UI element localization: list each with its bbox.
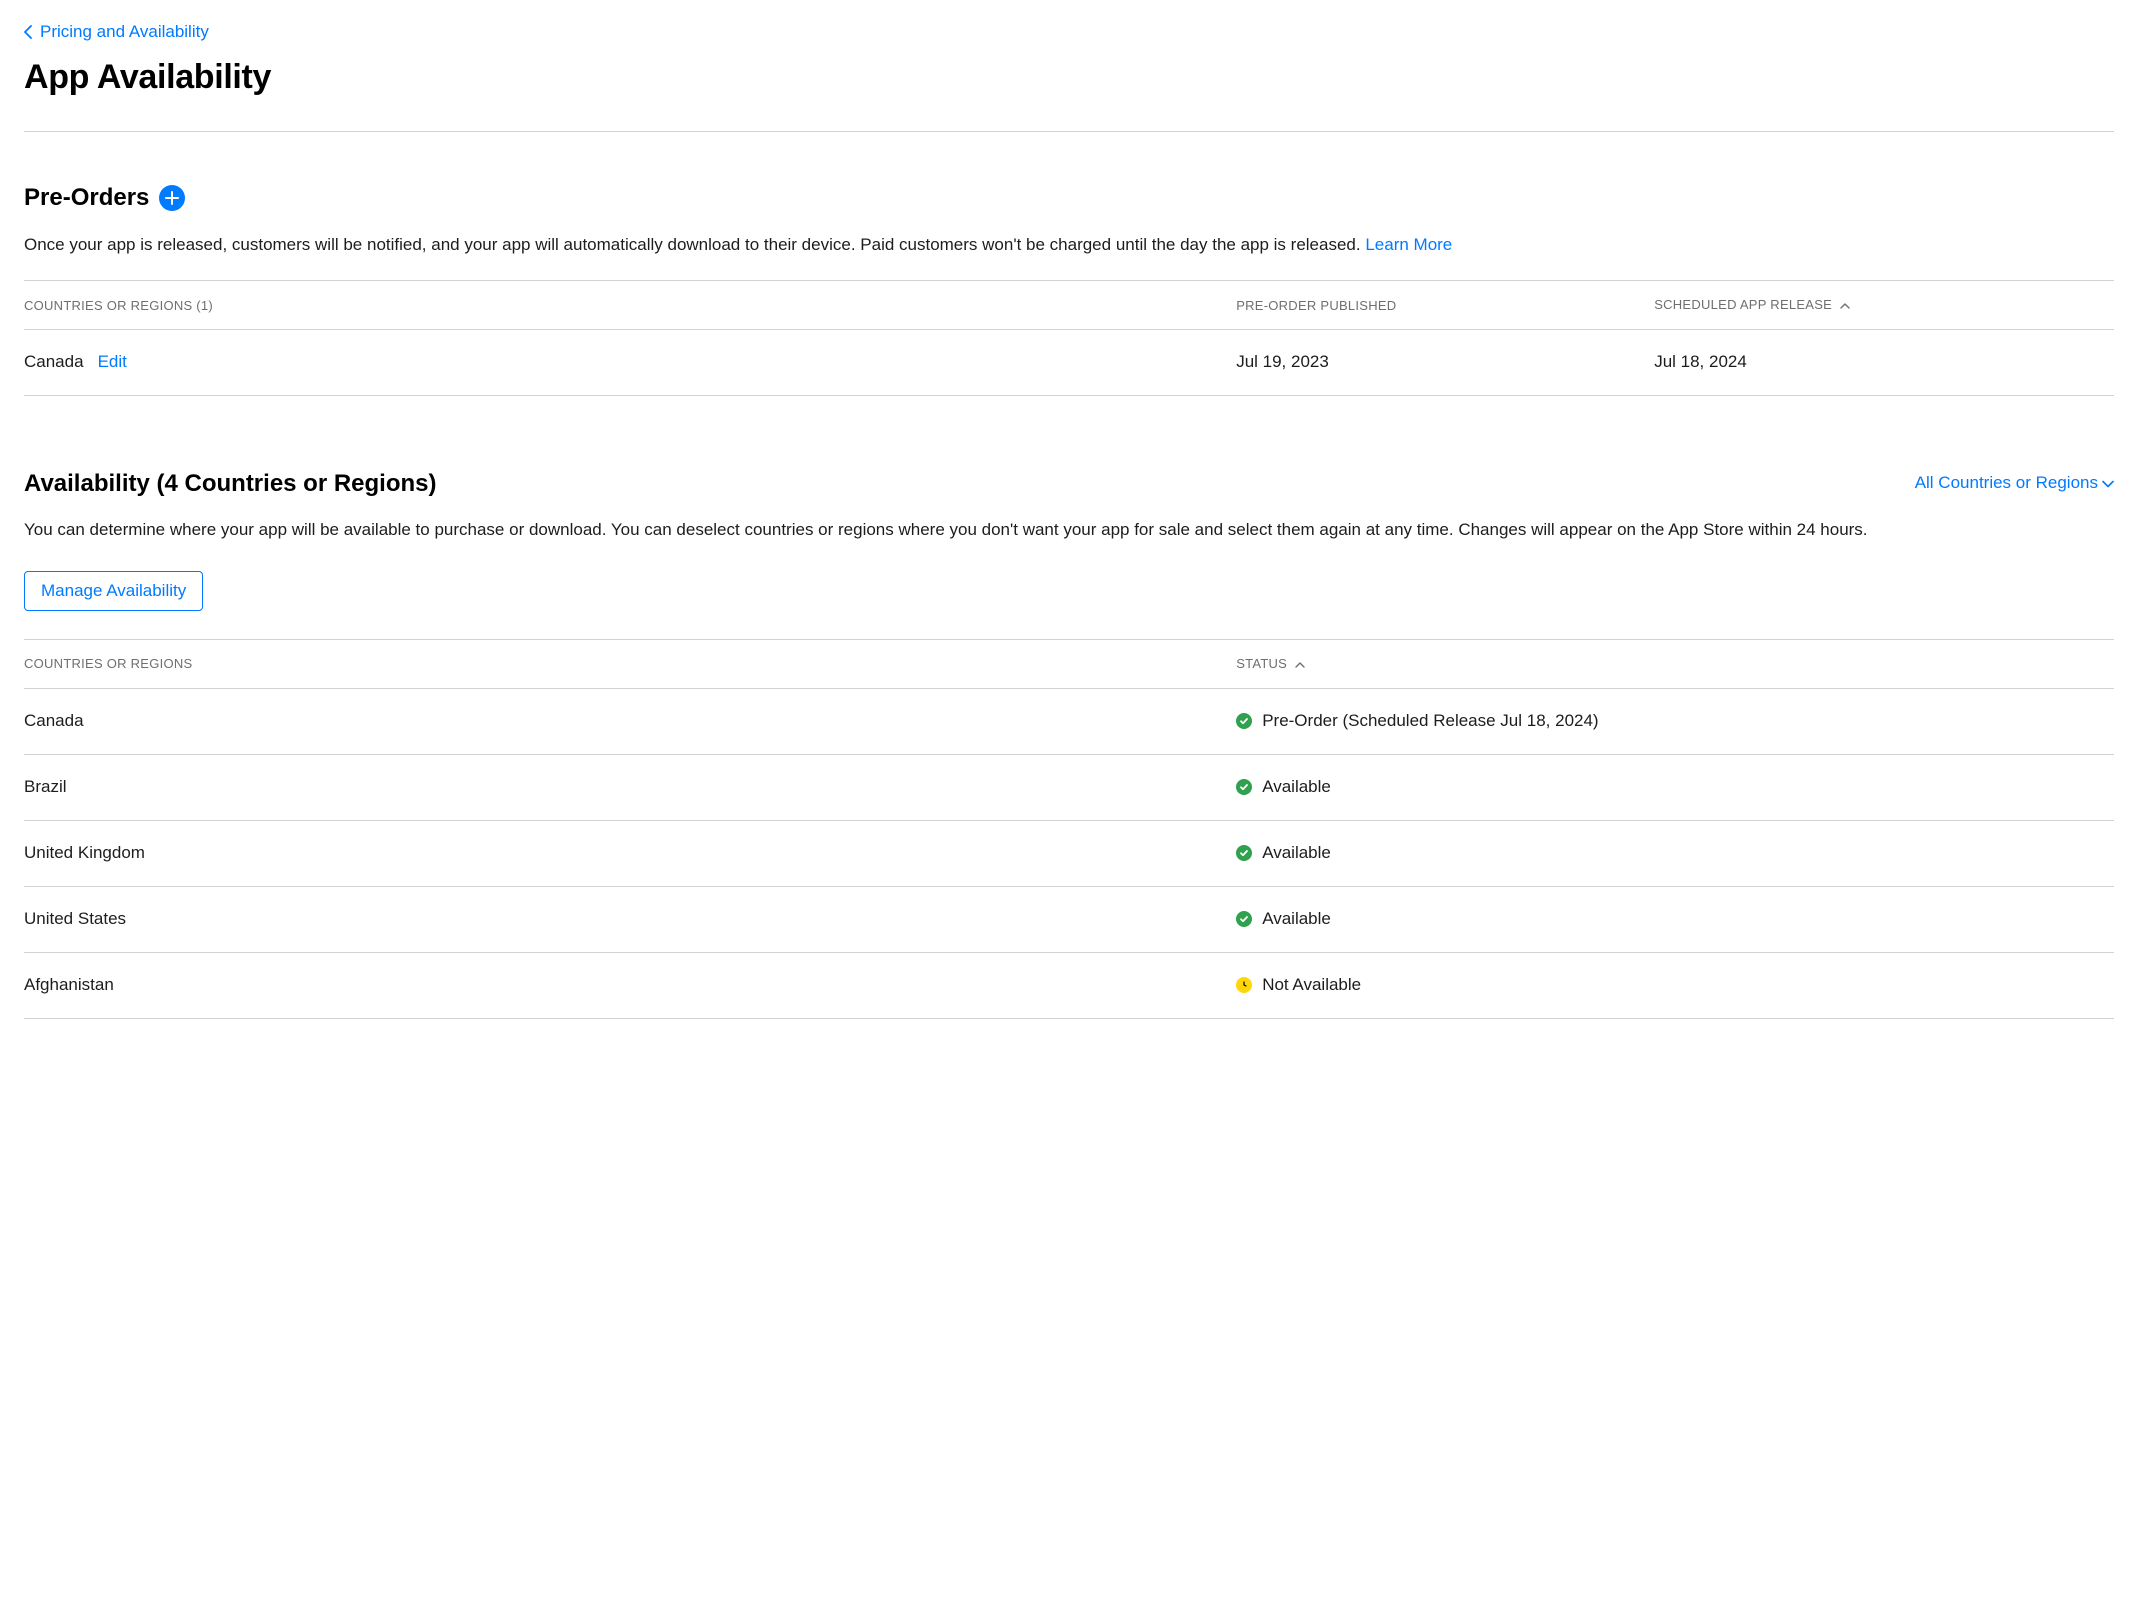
table-row: Afghanistan Not Available [24,952,2114,1018]
availability-status-label: Not Available [1262,973,1361,998]
check-circle-icon [1236,845,1252,861]
chevron-up-icon [1840,296,1850,315]
edit-link[interactable]: Edit [98,350,127,375]
availability-status-label: Available [1262,907,1331,932]
learn-more-link[interactable]: Learn More [1365,235,1452,254]
availability-section: Availability (4 Countries or Regions) Al… [24,466,2114,1018]
chevron-down-icon [2102,471,2114,496]
check-circle-icon [1236,779,1252,795]
preorders-header-published: PRE-ORDER PUBLISHED [1236,281,1654,330]
availability-region: Afghanistan [24,952,1236,1018]
regions-filter-label: All Countries or Regions [1915,471,2098,496]
check-circle-icon [1236,713,1252,729]
preorder-published: Jul 19, 2023 [1236,330,1654,396]
preorder-release: Jul 18, 2024 [1654,330,2114,396]
table-row: United States Available [24,886,2114,952]
preorders-header-release-label: SCHEDULED APP RELEASE [1654,297,1832,312]
preorders-title: Pre-Orders [24,180,149,215]
page-title: App Availability [24,53,2114,103]
table-row: Canada Pre-Order (Scheduled Release Jul 1… [24,688,2114,754]
availability-status-label: Available [1262,841,1331,866]
chevron-up-icon [1295,655,1305,674]
check-circle-icon [1236,911,1252,927]
availability-status-label: Available [1262,775,1331,800]
manage-availability-button[interactable]: Manage Availability [24,571,203,611]
preorders-header-release[interactable]: SCHEDULED APP RELEASE [1654,281,2114,330]
availability-header-regions: COUNTRIES OR REGIONS [24,639,1236,688]
table-row: Brazil Available [24,754,2114,820]
preorder-region: Canada [24,350,84,375]
clock-icon [1236,977,1252,993]
table-row: Canada Edit Jul 19, 2023 Jul 18, 2024 [24,330,2114,396]
divider [24,131,2114,132]
availability-header-status-label: STATUS [1236,656,1287,671]
table-row: United Kingdom Available [24,820,2114,886]
add-preorder-button[interactable] [159,185,185,211]
availability-title: Availability (4 Countries or Regions) [24,466,437,501]
preorders-section: Pre-Orders Once your app is released, cu… [24,180,2114,396]
availability-region: United States [24,886,1236,952]
preorders-description-text: Once your app is released, customers wil… [24,235,1365,254]
availability-region: United Kingdom [24,820,1236,886]
availability-status-label: Pre-Order (Scheduled Release Jul 18, 202… [1262,709,1598,734]
availability-table: COUNTRIES OR REGIONS STATUS Canada Pre-Or… [24,639,2114,1019]
chevron-left-icon[interactable] [24,25,32,39]
breadcrumb-link[interactable]: Pricing and Availability [40,20,209,45]
availability-region: Brazil [24,754,1236,820]
regions-filter-dropdown[interactable]: All Countries or Regions [1915,471,2114,496]
preorders-table: COUNTRIES OR REGIONS (1) PRE-ORDER PUBLI… [24,280,2114,396]
preorders-header-regions: COUNTRIES OR REGIONS (1) [24,281,1236,330]
breadcrumb: Pricing and Availability [24,20,2114,45]
preorders-description: Once your app is released, customers wil… [24,233,2114,258]
availability-description: You can determine where your app will be… [24,518,2114,543]
availability-region: Canada [24,688,1236,754]
availability-header-status[interactable]: STATUS [1236,639,2114,688]
